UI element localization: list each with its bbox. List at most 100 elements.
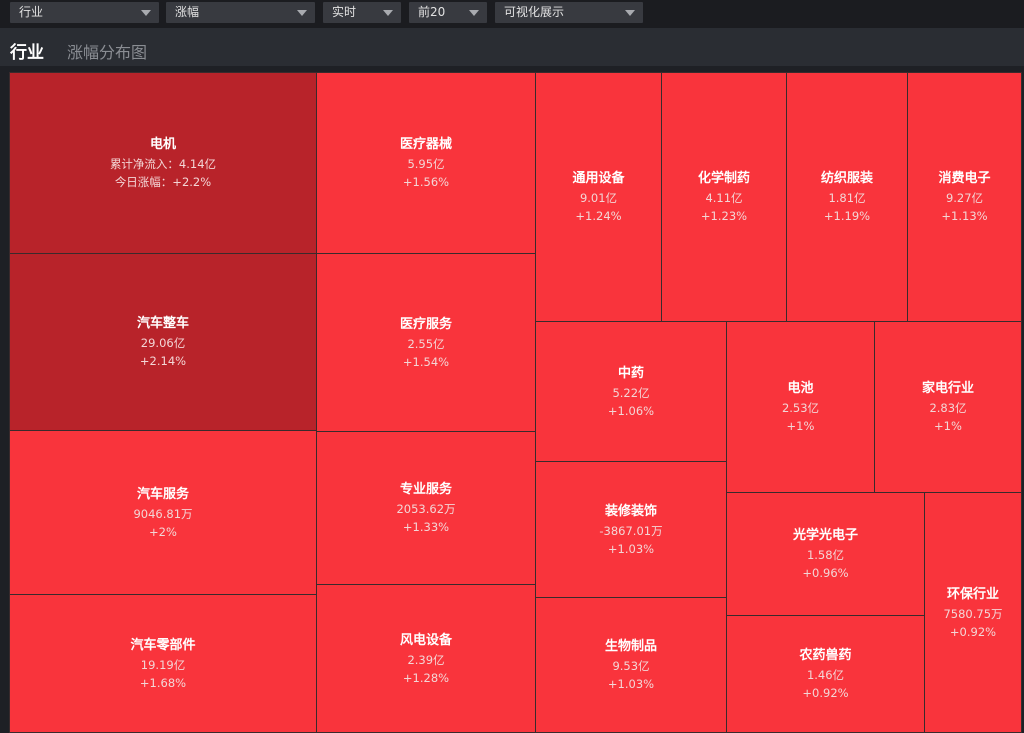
treemap-tile[interactable]: 汽车服务 9046.81万 +2% (9, 430, 317, 595)
treemap-tile[interactable]: 电池 2.53亿 +1% (726, 321, 875, 493)
treemap-tile[interactable]: 光学光电子 1.58亿 +0.96% (726, 492, 925, 616)
tile-flow: 9046.81万 (133, 506, 193, 521)
tile-name: 纺织服装 (820, 171, 873, 186)
tile-change: +0.92% (949, 624, 997, 639)
tile-name: 汽车零部件 (130, 637, 196, 653)
tile-name: 光学光电子 (792, 528, 858, 543)
tile-name: 生物制品 (604, 639, 657, 654)
tile-flow: 2.39亿 (407, 652, 445, 667)
tile-flow: 2053.62万 (396, 502, 456, 516)
tile-name: 通用设备 (572, 171, 625, 186)
treemap: 电机 累计净流入：4.14亿 今日涨幅：+2.2% 汽车整车 29.06亿 +2… (9, 72, 1022, 733)
tile-name: 风电设备 (399, 632, 452, 648)
treemap-tile[interactable]: 汽车整车 29.06亿 +2.14% (9, 253, 317, 431)
display-mode-select[interactable]: 可视化展示 (495, 2, 643, 23)
tile-flow: 累计净流入：4.14亿 (109, 157, 217, 171)
treemap-tile[interactable]: 电机 累计净流入：4.14亿 今日涨幅：+2.2% (9, 72, 317, 254)
tile-flow: -3867.01万 (599, 523, 663, 538)
tile-name: 农药兽药 (799, 648, 852, 663)
tile-change: +1% (934, 419, 962, 433)
tile-name: 化学制药 (697, 171, 750, 186)
tile-flow: 19.19亿 (140, 657, 186, 672)
tile-change: +1.68% (139, 675, 187, 690)
treemap-tile[interactable]: 农药兽药 1.46亿 +0.92% (726, 615, 925, 733)
tile-flow: 1.46亿 (806, 668, 845, 682)
tile-change: 今日涨幅：+2.2% (114, 175, 212, 189)
display-mode-select-value: 可视化展示 (504, 5, 565, 19)
tile-name: 装修装饰 (604, 503, 657, 519)
treemap-tile[interactable]: 通用设备 9.01亿 +1.24% (535, 72, 662, 322)
tile-name: 电机 (149, 137, 176, 152)
chevron-down-icon (469, 10, 479, 16)
topn-select[interactable]: 前20 (409, 2, 487, 23)
tile-flow: 5.22亿 (612, 385, 650, 400)
treemap-tile[interactable]: 医疗服务 2.55亿 +1.54% (316, 253, 536, 432)
tile-change: +2% (149, 524, 177, 539)
treemap-tile[interactable]: 医疗器械 5.95亿 +1.56% (316, 72, 536, 254)
tile-flow: 5.95亿 (407, 157, 445, 171)
tile-name: 家电行业 (921, 381, 974, 396)
treemap-tile[interactable]: 化学制药 4.11亿 +1.23% (661, 72, 787, 322)
tile-change: +1.28% (402, 670, 450, 685)
tile-flow: 9.53亿 (612, 659, 650, 673)
category-select-value: 行业 (19, 5, 44, 19)
metric-select[interactable]: 涨幅 (166, 2, 315, 23)
tile-flow: 2.83亿 (929, 401, 967, 415)
tile-name: 消费电子 (938, 171, 991, 186)
tile-change: +1.19% (823, 209, 871, 223)
metric-select-value: 涨幅 (175, 5, 200, 19)
tile-name: 环保行业 (946, 586, 999, 602)
tile-name: 医疗器械 (399, 137, 452, 152)
tile-flow: 9.27亿 (945, 191, 984, 205)
tile-name: 医疗服务 (399, 316, 452, 332)
tile-change: +1.13% (941, 209, 988, 223)
tile-flow: 2.55亿 (407, 336, 445, 351)
treemap-tile[interactable]: 风电设备 2.39亿 +1.28% (316, 584, 536, 733)
page-title: 行业 (10, 43, 44, 63)
period-select[interactable]: 实时 (323, 2, 401, 23)
tile-change: +1% (786, 419, 815, 433)
tile-name: 中药 (617, 365, 644, 381)
tile-change: +1.03% (607, 677, 655, 691)
tile-change: +2.14% (139, 354, 187, 368)
treemap-tile[interactable]: 汽车零部件 19.19亿 +1.68% (9, 594, 317, 733)
tile-change: +1.56% (402, 175, 450, 189)
tile-flow: 1.58亿 (806, 548, 845, 562)
tile-change: +1.54% (402, 354, 450, 369)
chevron-down-icon (297, 10, 307, 16)
page-subtitle: 涨幅分布图 (67, 43, 148, 62)
panel-header: 行业 涨幅分布图 (0, 28, 1024, 66)
tile-flow: 2.53亿 (781, 401, 820, 415)
treemap-tile[interactable]: 装修装饰 -3867.01万 +1.03% (535, 461, 727, 598)
chevron-down-icon (625, 10, 635, 16)
tile-flow: 9.01亿 (579, 191, 618, 205)
tile-name: 专业服务 (399, 482, 452, 497)
tile-change: +1.06% (607, 403, 655, 418)
topn-select-value: 前20 (418, 5, 446, 19)
tile-name: 汽车整车 (136, 316, 189, 331)
period-select-value: 实时 (332, 5, 357, 19)
toolbar: 行业 涨幅 实时 前20 可视化展示 (0, 0, 1024, 28)
tile-change: +1.33% (402, 520, 450, 534)
treemap-tile[interactable]: 中药 5.22亿 +1.06% (535, 321, 727, 462)
tile-flow: 1.81亿 (828, 191, 866, 205)
chevron-down-icon (141, 10, 151, 16)
tile-change: +1.03% (607, 541, 655, 556)
chevron-down-icon (383, 10, 393, 16)
treemap-tile[interactable]: 环保行业 7580.75万 +0.92% (924, 492, 1022, 733)
category-select[interactable]: 行业 (10, 2, 159, 23)
treemap-tile[interactable]: 家电行业 2.83亿 +1% (874, 321, 1022, 493)
treemap-tile[interactable]: 生物制品 9.53亿 +1.03% (535, 597, 727, 733)
tile-flow: 4.11亿 (705, 191, 743, 205)
tile-change: +0.92% (802, 686, 849, 700)
tile-change: +1.24% (575, 209, 622, 223)
tile-change: +1.23% (700, 209, 748, 223)
treemap-tile[interactable]: 消费电子 9.27亿 +1.13% (907, 72, 1022, 322)
treemap-tile[interactable]: 专业服务 2053.62万 +1.33% (316, 431, 536, 585)
tile-change: +0.96% (802, 566, 849, 580)
tile-name: 电池 (787, 381, 814, 396)
tile-flow: 29.06亿 (140, 336, 186, 350)
treemap-tile[interactable]: 纺织服装 1.81亿 +1.19% (786, 72, 908, 322)
tile-name: 汽车服务 (136, 486, 189, 502)
tile-flow: 7580.75万 (943, 606, 1003, 621)
